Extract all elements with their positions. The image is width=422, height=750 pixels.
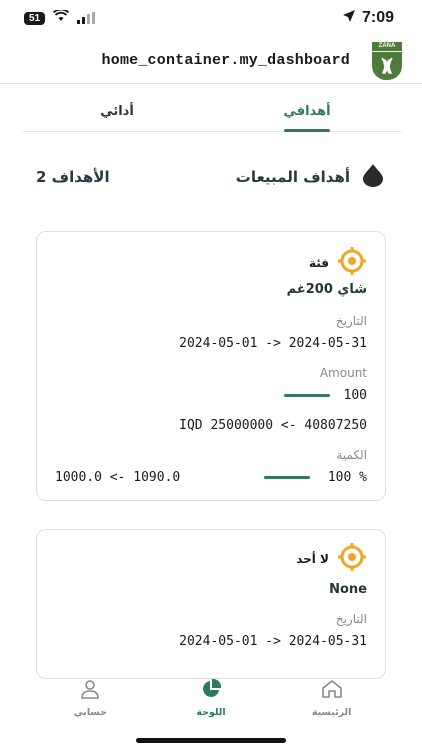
pie-chart-icon: [201, 678, 222, 703]
card-category: لا أحد: [296, 552, 329, 566]
date-label: التاريخ: [335, 314, 367, 328]
person-icon: [80, 679, 100, 703]
tab-label: أهدافي: [283, 104, 331, 119]
date-range-row: 2024-05-01 -> 2024-05-31: [55, 634, 367, 649]
goal-card[interactable]: لا أحد None التاريخ 2024-05-01 -> 2024-0…: [36, 529, 386, 679]
goal-count: 2 الأهداف: [36, 168, 110, 186]
quantity-percent: 100 %: [327, 470, 367, 485]
status-bar: 51 7:09: [0, 0, 422, 36]
app-header: home_container.my_dashboard ZANA: [0, 38, 422, 84]
tab-my-goals[interactable]: أهدافي: [212, 92, 402, 132]
amount-progress-bar: [283, 394, 330, 397]
amount-value-row: 100: [55, 388, 367, 403]
home-icon: [321, 679, 343, 703]
card-category-row: لا أحد: [55, 542, 367, 576]
card-product: شاي 200غم: [286, 282, 367, 297]
nav-home[interactable]: الرئيسية: [297, 679, 367, 718]
tab-my-performance[interactable]: أدائي: [22, 92, 212, 131]
status-left: 51: [24, 8, 96, 28]
date-label-row: التاريخ: [55, 314, 367, 328]
nav-label: الرئيسية: [311, 706, 352, 718]
quantity-label-row: الكمية: [55, 448, 367, 462]
quantity-value-row: 100 % 1000.0 <- 1090.0: [55, 470, 367, 485]
quantity-percent-group: 100 %: [263, 470, 367, 485]
iqd-range-row: IQD 25000000 <- 40807250: [55, 418, 367, 433]
card-product-row: None: [55, 582, 367, 597]
goal-card[interactable]: فئة شاي 200غم التاريخ 2024-05-01 -> 2024…: [36, 231, 386, 501]
page-title: home_container.my_dashboard: [101, 52, 350, 69]
tab-bar: أدائي أهدافي: [22, 92, 402, 132]
date-label-row: التاريخ: [55, 612, 367, 626]
target-icon: [337, 246, 367, 280]
nav-account[interactable]: حسابي: [55, 679, 125, 718]
amount-label: Amount: [319, 366, 367, 380]
card-category-row: فئة: [55, 246, 367, 280]
iqd-range: IQD 25000000 <- 40807250: [179, 418, 367, 433]
tab-label: أدائي: [100, 104, 134, 119]
home-indicator: [136, 738, 286, 743]
nav-label: حسابي: [73, 706, 107, 718]
status-right: 7:09: [342, 9, 394, 28]
amount-value: 100: [343, 388, 367, 403]
date-label: التاريخ: [335, 612, 367, 626]
location-icon: [342, 9, 356, 28]
quantity-progress-bar: [263, 476, 310, 479]
drop-icon: [360, 162, 386, 192]
nav-dashboard[interactable]: اللوحة: [176, 678, 246, 718]
quantity-range: 1000.0 <- 1090.0: [55, 470, 181, 485]
signal-icon: [77, 9, 96, 28]
section-header: 2 الأهداف أهداف المبيعات: [36, 160, 386, 194]
section-title: أهداف المبيعات: [235, 168, 350, 186]
deer-icon: [372, 51, 402, 80]
date-range: 2024-05-01 -> 2024-05-31: [179, 336, 367, 351]
card-product: None: [329, 582, 367, 597]
date-range-row: 2024-05-01 -> 2024-05-31: [55, 336, 367, 351]
target-icon: [337, 542, 367, 576]
bottom-nav: حسابي اللوحة الرئيسية: [0, 673, 422, 723]
wifi-icon: [53, 8, 70, 26]
app-logo: ZANA: [372, 41, 402, 80]
card-category: فئة: [308, 256, 329, 270]
status-time: 7:09: [361, 9, 394, 26]
quantity-label: الكمية: [336, 448, 367, 462]
logo-text: ZANA: [372, 41, 402, 51]
date-range: 2024-05-01 -> 2024-05-31: [179, 634, 367, 649]
battery-indicator: 51: [24, 11, 46, 25]
section-title-wrap: أهداف المبيعات: [236, 162, 386, 192]
card-product-row: شاي 200غم: [55, 282, 367, 297]
amount-label-row: Amount: [55, 366, 367, 380]
nav-label: اللوحة: [196, 706, 226, 718]
